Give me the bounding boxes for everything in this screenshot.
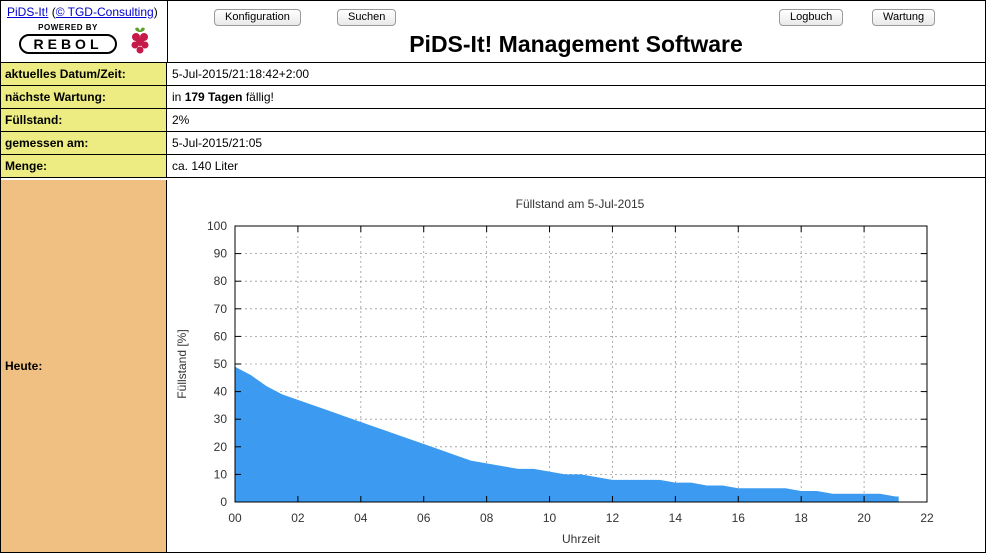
row-datum: aktuelles Datum/Zeit: 5-Jul-2015/21:18:4…	[1, 63, 985, 86]
datum-value: 5-Jul-2015/21:18:42+2:00	[172, 67, 310, 81]
x-tick-label: 18	[795, 511, 809, 525]
app-link[interactable]: PiDS-It!	[7, 5, 48, 19]
x-axis-label: Uhrzeit	[562, 532, 601, 546]
y-tick-label: 0	[220, 495, 227, 509]
brand-cell: PiDS-It! (© TGD-Consulting) POWERED BY R…	[1, 1, 168, 62]
fuellstand-chart: Füllstand am 5-Jul-2015 0 10 20 30 40 50 60 70 8…	[175, 197, 934, 546]
x-tick-label: 20	[857, 511, 871, 525]
datum-label: aktuelles Datum/Zeit:	[1, 63, 167, 85]
x-tick-label: 10	[543, 511, 557, 525]
gemessen-value: 5-Jul-2015/21:05	[172, 136, 263, 150]
y-tick-label: 100	[207, 219, 227, 233]
konfiguration-button[interactable]: Konfiguration	[214, 9, 301, 26]
wartung-button[interactable]: Wartung	[872, 9, 936, 26]
rebol-logo: POWERED BY REBOL	[19, 23, 117, 55]
row-wartung: nächste Wartung: in 179 Tagen fällig!	[1, 86, 985, 109]
y-tick-label: 50	[214, 357, 228, 371]
row-fuellstand: Füllstand: 2%	[1, 109, 985, 132]
x-tick-label: 00	[228, 511, 242, 525]
brand-links: PiDS-It! (© TGD-Consulting)	[7, 5, 158, 19]
heute-label: Heute:	[5, 359, 43, 373]
y-tick-label: 10	[214, 467, 228, 481]
x-tick-label: 12	[606, 511, 620, 525]
y-axis-label: Füllstand [%]	[175, 329, 189, 398]
rebol-wordmark: REBOL	[19, 34, 117, 54]
powered-by-text: POWERED BY	[38, 23, 98, 32]
wartung-suffix: fällig!	[242, 90, 274, 104]
logbuch-button[interactable]: Logbuch	[779, 9, 844, 26]
fuellstand-area	[235, 366, 899, 502]
wartung-days: 179 Tagen	[184, 90, 243, 104]
x-tick-label: 06	[417, 511, 431, 525]
wartung-prefix: in	[172, 90, 185, 104]
fuellstand-value: 2%	[172, 113, 190, 127]
y-tick-label: 60	[214, 329, 228, 343]
menge-label: Menge:	[1, 155, 167, 177]
suchen-button[interactable]: Suchen	[337, 9, 397, 26]
header: PiDS-It! (© TGD-Consulting) POWERED BY R…	[1, 1, 985, 63]
x-tick-label: 08	[480, 511, 494, 525]
y-tick-label: 70	[214, 302, 228, 316]
copyright-close: )	[153, 5, 158, 19]
x-tick-label: 14	[669, 511, 683, 525]
x-tick-label: 04	[354, 511, 368, 525]
page: PiDS-It! (© TGD-Consulting) POWERED BY R…	[0, 0, 986, 553]
row-gemessen: gemessen am: 5-Jul-2015/21:05	[1, 132, 985, 155]
page-title: PiDS-It! Management Software	[409, 31, 743, 57]
x-tick-label: 02	[291, 511, 305, 525]
chart-title: Füllstand am 5-Jul-2015	[516, 197, 645, 211]
wartung-label: nächste Wartung:	[1, 86, 167, 108]
copyright-link[interactable]: © TGD-Consulting	[56, 5, 154, 19]
y-tick-label: 90	[214, 247, 228, 261]
x-tick-label: 22	[920, 511, 934, 525]
y-tick-label: 80	[214, 274, 228, 288]
row-menge: Menge: ca. 140 Liter	[1, 155, 985, 178]
raspberry-pi-icon	[131, 27, 149, 54]
fuellstand-label: Füllstand:	[1, 109, 167, 131]
gemessen-label: gemessen am:	[1, 132, 167, 154]
y-tick-label: 40	[214, 385, 228, 399]
y-tick-label: 30	[214, 412, 228, 426]
wartung-value: in 179 Tagen fällig!	[172, 86, 274, 108]
menge-value: ca. 140 Liter	[172, 159, 239, 173]
y-tick-label: 20	[214, 440, 228, 454]
heute-label-cell: Heute:	[1, 180, 167, 552]
x-tick-label: 16	[732, 511, 746, 525]
